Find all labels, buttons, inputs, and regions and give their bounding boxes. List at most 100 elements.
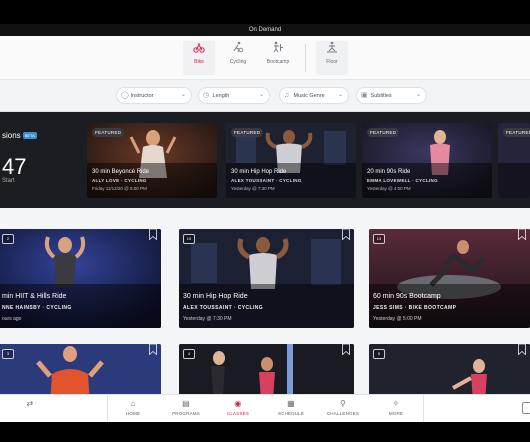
filter-label: Instructor bbox=[130, 93, 154, 99]
class-count: 2 bbox=[2, 234, 14, 244]
class-title: 20 min 90s Ride bbox=[367, 169, 411, 175]
class-instructor: ALEX TOUSSAINT · CYCLING bbox=[231, 178, 302, 183]
mode-label: Bootcamp bbox=[266, 59, 290, 65]
chevron-down-icon: ⌄ bbox=[258, 92, 264, 98]
class-instructor: EMMA LOVEWELL · CYCLING bbox=[367, 178, 438, 183]
nav-label: MORE bbox=[388, 411, 404, 416]
profile-icon[interactable] bbox=[522, 402, 530, 414]
bookmark-icon[interactable] bbox=[518, 229, 526, 240]
class-grid: 2 min HIIT & Hills Ride NNE HAINSBY · CY… bbox=[0, 208, 530, 442]
class-count: 3 bbox=[2, 349, 14, 359]
filter-instructor[interactable]: ◯ Instructor ⌄ bbox=[116, 87, 192, 104]
bookmark-icon[interactable] bbox=[342, 229, 350, 240]
class-instructor: ALEX TOUSSAINT · CYCLING bbox=[183, 305, 264, 311]
mode-label: Cycling bbox=[229, 59, 247, 65]
mode-divider bbox=[305, 44, 306, 72]
nav-label: PROGRAMS bbox=[172, 411, 200, 416]
nav-classes[interactable]: ◉ CLASSES bbox=[218, 397, 258, 421]
classes-icon: ◉ bbox=[234, 399, 242, 408]
subtitles-icon: ▣ bbox=[361, 92, 368, 99]
screen-bezel bbox=[0, 422, 530, 442]
filter-length[interactable]: ◷ Length ⌄ bbox=[198, 87, 270, 104]
filter-label: Subtitles bbox=[370, 93, 392, 99]
nav-label: SCHEDULE bbox=[277, 411, 305, 416]
cycling-icon bbox=[222, 41, 254, 59]
class-instructor: ALLY LOVE · CYCLING bbox=[92, 178, 147, 183]
start-link[interactable]: Start bbox=[2, 178, 15, 184]
filter-subtitles[interactable]: ▣ Subtitles ⌄ bbox=[356, 87, 427, 104]
beta-badge: BETA bbox=[22, 132, 37, 140]
class-title: 30 min Hip Hop Ride bbox=[183, 293, 248, 300]
trophy-icon: ⚲ bbox=[339, 399, 347, 408]
featured-card[interactable]: FEATURED 20 min 90s Ride EMMA LOVEWELL ·… bbox=[362, 123, 492, 198]
bookmark-icon[interactable] bbox=[149, 344, 157, 355]
filter-label: Music Genre bbox=[293, 93, 325, 99]
mode-tab-bike[interactable]: Bike bbox=[183, 41, 215, 75]
schedule-icon: ▦ bbox=[287, 399, 295, 408]
header-bar: On Demand bbox=[0, 24, 530, 36]
class-instructor: NNE HAINSBY · CYCLING bbox=[2, 305, 72, 311]
class-count: 5 bbox=[373, 349, 385, 359]
nav-label: CHALLENGES bbox=[326, 411, 360, 416]
chevron-down-icon: ⌄ bbox=[337, 92, 343, 98]
bookmark-icon[interactable] bbox=[149, 229, 157, 240]
featured-badge: FEATURED bbox=[231, 128, 264, 137]
page-title: On Demand bbox=[248, 27, 282, 33]
featured-card[interactable]: FEATURED 30 min Hip Hop Ride ALEX TOUSSA… bbox=[226, 123, 356, 198]
nav-swap[interactable]: ⇄ bbox=[10, 397, 50, 421]
mode-tab-cycling[interactable]: Cycling bbox=[222, 41, 254, 75]
nav-home[interactable]: ⌂ HOME bbox=[113, 397, 153, 421]
session-timer: 47 bbox=[2, 154, 27, 179]
featured-badge: FEATURED bbox=[92, 128, 125, 137]
nav-schedule[interactable]: ▦ SCHEDULE bbox=[271, 397, 311, 421]
class-instructor: JESS SIMS · BIKE BOOTCAMP bbox=[373, 305, 457, 311]
bootcamp-icon bbox=[262, 41, 294, 59]
chevron-down-icon: ⌄ bbox=[180, 92, 186, 98]
nav-divider bbox=[423, 395, 424, 423]
class-card[interactable]: 10 30 min Hip Hop Ride ALEX TOUSSAINT · … bbox=[179, 229, 354, 328]
featured-card[interactable]: FEATURED 30 min Beyoncé Ride ALLY LOVE ·… bbox=[87, 123, 217, 198]
home-icon: ⌂ bbox=[130, 399, 136, 408]
instructor-photo bbox=[179, 229, 354, 328]
mode-tab-floor[interactable]: Floor bbox=[316, 41, 348, 75]
floor-icon bbox=[316, 41, 348, 59]
filter-bar: ◯ Instructor ⌄ ◷ Length ⌄ ♫ Music Genre … bbox=[0, 80, 530, 112]
bookmark-icon[interactable] bbox=[342, 344, 350, 355]
featured-section: sions BETA 47 Start FEATURED 30 min Beyon… bbox=[0, 112, 530, 208]
programs-icon: ▤ bbox=[182, 399, 190, 408]
mode-label: Floor bbox=[326, 59, 338, 65]
instructor-photo bbox=[369, 229, 530, 328]
mode-bar: Bike Cycling Bootcamp Floor bbox=[0, 36, 530, 80]
music-icon: ♫ bbox=[284, 92, 290, 99]
filter-music-genre[interactable]: ♫ Music Genre ⌄ bbox=[279, 87, 349, 104]
filter-label: Length bbox=[212, 93, 230, 99]
bike-icon bbox=[183, 41, 215, 59]
nav-programs[interactable]: ▤ PROGRAMS bbox=[166, 397, 206, 421]
nav-challenges[interactable]: ⚲ CHALLENGES bbox=[323, 397, 363, 421]
instructor-icon: ◯ bbox=[121, 92, 129, 99]
class-card[interactable]: 13 60 min 90s Bootcamp JESS SIMS · BIKE … bbox=[369, 229, 530, 328]
more-icon: ✧ bbox=[392, 399, 400, 408]
swap-icon: ⇄ bbox=[26, 399, 34, 408]
mode-label: Bike bbox=[194, 59, 204, 65]
chevron-down-icon: ⌄ bbox=[415, 92, 421, 98]
class-count: 10 bbox=[183, 234, 195, 244]
nav-more[interactable]: ✧ MORE bbox=[376, 397, 416, 421]
sessions-title: sions bbox=[2, 131, 21, 140]
bottom-nav: ⇄ ⌂ HOME ▤ PROGRAMS ◉ CLASSES ▦ SCHEDULE… bbox=[0, 394, 530, 423]
mode-tab-bootcamp[interactable]: Bootcamp bbox=[262, 41, 294, 75]
class-date: Yesterday @ 5:00 PM bbox=[373, 316, 422, 322]
class-date: Yesterday @ 4:00 PM bbox=[367, 186, 411, 191]
nav-label: HOME bbox=[125, 411, 141, 416]
class-title: 30 min Hip Hop Ride bbox=[231, 169, 287, 175]
class-title: 60 min 90s Bootcamp bbox=[373, 293, 441, 300]
class-date: ours ago bbox=[2, 316, 22, 322]
sessions-heading: sions BETA bbox=[2, 131, 37, 140]
nav-divider bbox=[107, 395, 108, 423]
class-date: Yesterday @ 7:30 PM bbox=[231, 186, 275, 191]
bookmark-icon[interactable] bbox=[518, 344, 526, 355]
class-date: Yesterday @ 7:30 PM bbox=[183, 316, 232, 322]
instructor-photo bbox=[0, 229, 161, 328]
class-card[interactable]: 2 min HIIT & Hills Ride NNE HAINSBY · CY… bbox=[0, 229, 161, 328]
featured-card[interactable]: FEATURED bbox=[498, 123, 530, 198]
